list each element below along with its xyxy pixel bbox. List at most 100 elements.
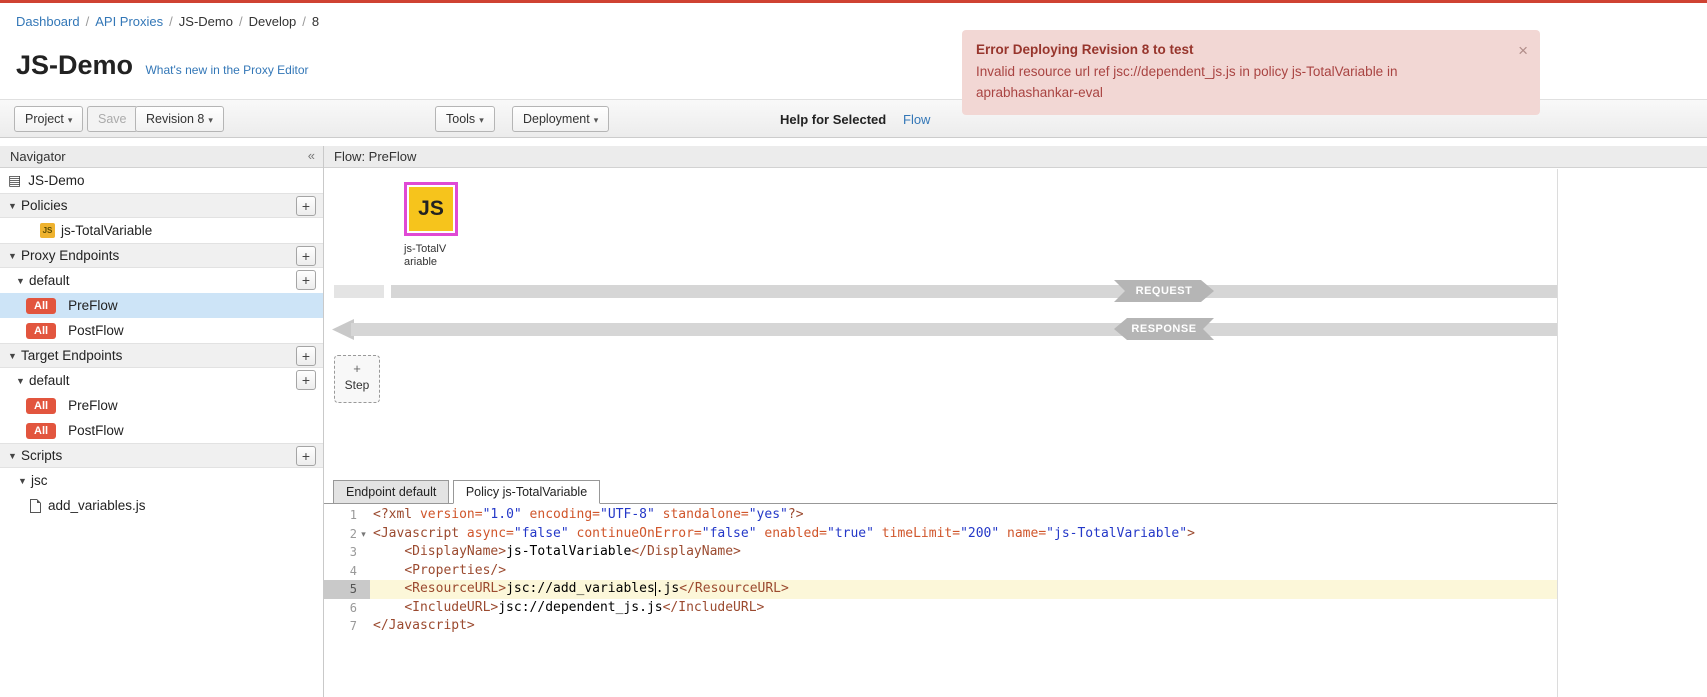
add-target-endpoint-button[interactable]: + <box>296 346 316 366</box>
navigator-item-label: default <box>29 273 70 288</box>
navigator-item-label: PreFlow <box>68 298 118 313</box>
code-line[interactable]: 7</Javascript> <box>324 617 1557 636</box>
page-header: JS-Demo What's new in the Proxy Editor <box>16 50 309 81</box>
all-badge: All <box>26 298 56 314</box>
breadcrumb-separator: / <box>239 14 243 29</box>
revision-menu-label: Revision 8 <box>146 112 204 126</box>
line-number: 3 <box>324 543 370 562</box>
breadcrumb-dashboard[interactable]: Dashboard <box>16 14 80 29</box>
code-editor-panel: Endpoint default Policy js-TotalVariable… <box>324 480 1557 697</box>
breadcrumb-separator: / <box>302 14 306 29</box>
add-flow-button[interactable]: + <box>296 370 316 390</box>
add-flow-button[interactable]: + <box>296 270 316 290</box>
tools-menu-button[interactable]: Tools▾ <box>435 106 495 132</box>
navigator-item-target-default[interactable]: ▼ default + <box>0 368 323 393</box>
navigator-section-scripts[interactable]: ▼ Scripts + <box>0 443 323 468</box>
navigator-item-jsc[interactable]: ▼ jsc <box>0 468 323 493</box>
chevron-down-icon[interactable]: ▼ <box>16 276 29 286</box>
add-script-button[interactable]: + <box>296 446 316 466</box>
code-text: <Javascript async="false" continueOnErro… <box>370 525 1557 544</box>
navigator-section-proxy-endpoints[interactable]: ▼ Proxy Endpoints + <box>0 243 323 268</box>
code-line[interactable]: 5 <ResourceURL>jsc://add_variables.js</R… <box>324 580 1557 599</box>
navigator-item-proxy-default[interactable]: ▼ default + <box>0 268 323 293</box>
caret-down-icon: ▾ <box>594 115 599 125</box>
file-icon <box>30 499 41 513</box>
navigator-item-label: PreFlow <box>68 398 118 413</box>
deployment-menu-button[interactable]: Deployment▾ <box>512 106 609 132</box>
all-badge: All <box>26 323 56 339</box>
chevron-down-icon[interactable]: ▼ <box>8 351 21 361</box>
flow-header-label: Flow: PreFlow <box>334 149 416 164</box>
navigator-item-js-totalvariable[interactable]: JS js-TotalVariable <box>0 218 323 243</box>
code-lines: 1<?xml version="1.0" encoding="UTF-8" st… <box>324 506 1557 636</box>
close-icon[interactable]: × <box>1518 38 1528 64</box>
code-text: <Properties/> <box>370 562 1557 581</box>
add-proxy-endpoint-button[interactable]: + <box>296 246 316 266</box>
help-for-selected-label: Help for Selected <box>780 112 886 127</box>
code-editor[interactable]: 1<?xml version="1.0" encoding="UTF-8" st… <box>324 503 1557 697</box>
navigator-item-label: default <box>29 373 70 388</box>
flow-header: Flow: PreFlow <box>324 146 1707 168</box>
breadcrumb-separator: / <box>169 14 173 29</box>
js-policy-icon: JS <box>40 223 55 238</box>
navigator-item-target-postflow[interactable]: All PostFlow <box>0 418 323 443</box>
all-badge: All <box>26 398 56 414</box>
line-number: 7 <box>324 617 370 636</box>
error-toast-title: Error Deploying Revision 8 to test <box>976 40 1498 60</box>
all-badge: All <box>26 423 56 439</box>
whats-new-link[interactable]: What's new in the Proxy Editor <box>145 63 308 77</box>
save-button-label: Save <box>98 112 127 126</box>
page-title: JS-Demo <box>16 50 133 81</box>
section-label: Target Endpoints <box>21 348 122 363</box>
js-policy-node[interactable]: JS <box>404 182 458 236</box>
code-line[interactable]: 2▾<Javascript async="false" continueOnEr… <box>324 525 1557 544</box>
request-flow-segment <box>334 285 384 298</box>
chevron-down-icon[interactable]: ▼ <box>8 451 21 461</box>
code-line[interactable]: 3 <DisplayName>js-TotalVariable</Display… <box>324 543 1557 562</box>
code-line[interactable]: 4 <Properties/> <box>324 562 1557 581</box>
navigator-panel: Navigator « ▤ JS-Demo ▼ Policies + JS js… <box>0 146 324 697</box>
project-menu-button[interactable]: Project▾ <box>14 106 83 132</box>
js-policy-icon: JS <box>409 187 453 231</box>
navigator-item-target-preflow[interactable]: All PreFlow <box>0 393 323 418</box>
tab-endpoint-default[interactable]: Endpoint default <box>333 480 449 504</box>
error-toast-message: Invalid resource url ref jsc://dependent… <box>976 62 1498 103</box>
section-label: Proxy Endpoints <box>21 248 119 263</box>
code-line[interactable]: 6 <IncludeURL>jsc://dependent_js.js</Inc… <box>324 599 1557 618</box>
add-policy-button[interactable]: + <box>296 196 316 216</box>
code-text: </Javascript> <box>370 617 1557 636</box>
chevron-down-icon[interactable]: ▼ <box>8 251 21 261</box>
caret-down-icon: ▾ <box>208 115 213 125</box>
response-label-chip: RESPONSE <box>1114 318 1214 340</box>
code-line[interactable]: 1<?xml version="1.0" encoding="UTF-8" st… <box>324 506 1557 525</box>
chevron-down-icon[interactable]: ▼ <box>18 476 31 486</box>
tab-policy-js-totalvariable[interactable]: Policy js-TotalVariable <box>453 480 600 504</box>
add-step-button[interactable]: + Step <box>334 355 380 403</box>
navigator-section-policies[interactable]: ▼ Policies + <box>0 193 323 218</box>
request-flow-bar <box>391 285 1557 298</box>
navigator-item-js-demo[interactable]: ▤ JS-Demo <box>0 168 323 193</box>
navigator-title: Navigator <box>10 149 66 164</box>
line-number: 1 <box>324 506 370 525</box>
flow-help-link[interactable]: Flow <box>903 112 930 127</box>
breadcrumb-api-proxies[interactable]: API Proxies <box>95 14 163 29</box>
response-flow-bar <box>351 323 1557 336</box>
fold-arrow-icon[interactable]: ▾ <box>357 525 370 544</box>
navigator-item-add-variables-js[interactable]: add_variables.js <box>0 493 323 518</box>
line-number: 4 <box>324 562 370 581</box>
navigator-section-target-endpoints[interactable]: ▼ Target Endpoints + <box>0 343 323 368</box>
save-button[interactable]: Save <box>87 106 138 132</box>
navigator-item-label: JS-Demo <box>28 173 84 188</box>
chevron-down-icon[interactable]: ▼ <box>8 201 21 211</box>
navigator-item-proxy-postflow[interactable]: All PostFlow <box>0 318 323 343</box>
chevron-down-icon[interactable]: ▼ <box>16 376 29 386</box>
caret-down-icon: ▾ <box>479 115 484 125</box>
line-number: 6 <box>324 599 370 618</box>
error-toast: Error Deploying Revision 8 to test Inval… <box>962 30 1540 115</box>
revision-menu-button[interactable]: Revision 8 ▾ <box>135 106 224 132</box>
navigator-item-label: PostFlow <box>68 323 124 338</box>
navigator-item-proxy-preflow[interactable]: All PreFlow <box>0 293 323 318</box>
js-policy-name-line: ariable <box>404 256 446 269</box>
collapse-panel-icon[interactable]: « <box>308 148 315 163</box>
plus-icon: + <box>335 363 379 375</box>
